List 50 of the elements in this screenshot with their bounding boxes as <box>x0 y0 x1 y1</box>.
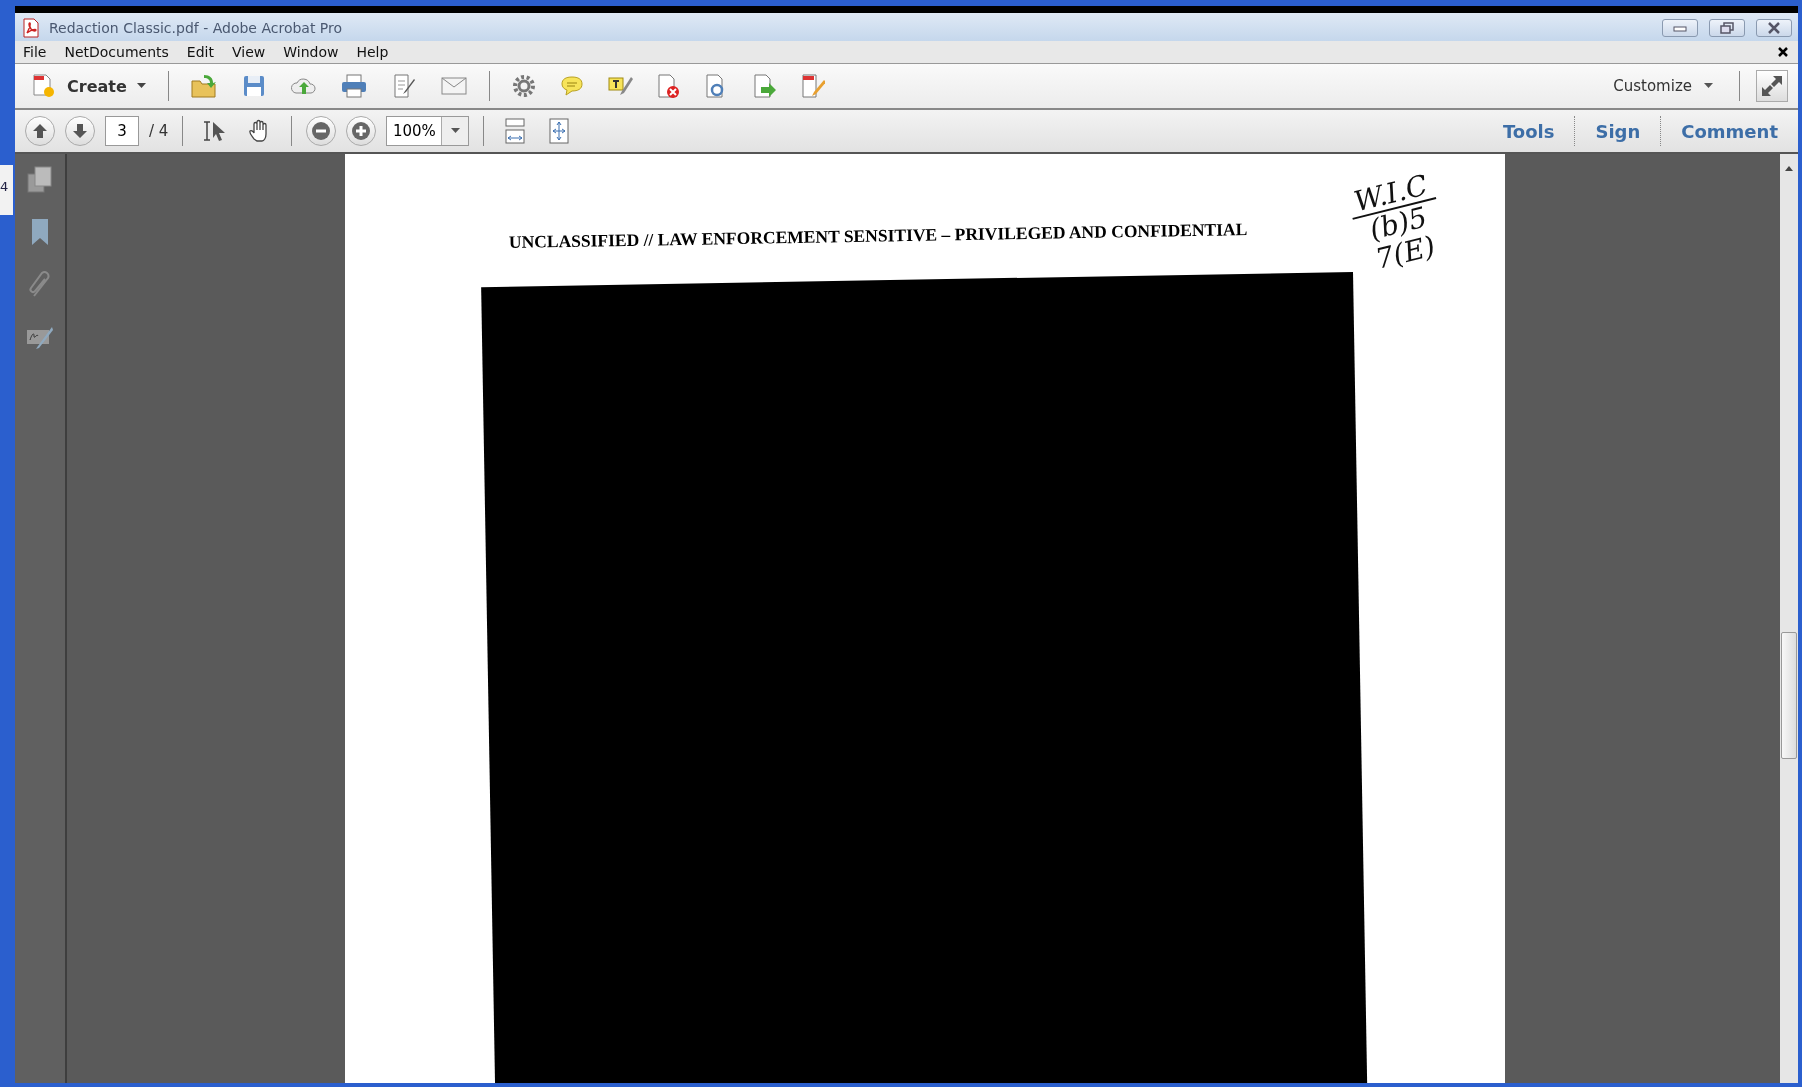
minus-icon <box>312 122 331 140</box>
comment-bubble-icon <box>558 73 585 99</box>
open-folder-icon <box>189 73 218 99</box>
plus-icon <box>352 122 371 140</box>
fit-page-icon <box>547 118 572 144</box>
task-pane-tab[interactable]: Tools <box>1492 120 1565 142</box>
background-window-text: 4 <box>0 179 10 194</box>
close-icon <box>1767 22 1781 34</box>
menu-item[interactable]: Window <box>283 44 339 60</box>
caret-icon <box>136 83 146 89</box>
full-screen-button[interactable] <box>1756 70 1788 102</box>
up-arrow-icon <box>32 123 48 139</box>
menu-item[interactable]: File <box>23 44 47 60</box>
minimize-button[interactable] <box>1662 19 1698 37</box>
zoom-dropdown[interactable]: 100% <box>386 116 470 146</box>
caret-icon <box>450 128 460 134</box>
scrollbar[interactable] <box>1780 154 1798 1083</box>
menu-item[interactable]: Edit <box>186 44 214 60</box>
customize-button[interactable]: Customize <box>1613 77 1713 95</box>
minimize-icon <box>1673 24 1687 32</box>
create-document-icon <box>31 73 57 99</box>
next-page-button[interactable] <box>65 116 95 146</box>
print-icon <box>339 73 368 99</box>
menu-item[interactable]: Help <box>356 44 389 60</box>
settings-icon <box>510 73 537 99</box>
scroll-up-icon[interactable] <box>1784 164 1794 172</box>
zoom-in-button[interactable] <box>346 116 377 146</box>
restore-icon <box>1720 22 1734 34</box>
page-count: / 4 <box>149 122 169 140</box>
window-title: Redaction Classic.pdf - Adobe Acrobat Pro <box>49 20 343 36</box>
fit-width-icon <box>503 118 528 144</box>
document-header: UNCLASSIFIED // LAW ENFORCEMENT SENSITIVE – PRIVILEGED AND CONFIDENTIAL <box>508 219 1248 253</box>
scrollbar-thumb[interactable] <box>1781 632 1797 759</box>
menu-item[interactable]: View <box>231 44 266 60</box>
pdf-file-icon <box>21 18 41 38</box>
close-document-icon[interactable] <box>1778 47 1788 57</box>
task-pane-tab[interactable]: Comment <box>1671 120 1788 142</box>
close-button[interactable] <box>1756 19 1792 37</box>
bookmark-icon[interactable] <box>30 218 50 246</box>
restore-button[interactable] <box>1709 19 1745 37</box>
caret-icon <box>1704 83 1713 89</box>
expand-arrows-icon <box>1759 73 1785 99</box>
zoom-out-button[interactable] <box>306 116 337 146</box>
down-arrow-icon <box>72 123 88 139</box>
previous-page-button[interactable] <box>25 116 55 146</box>
page-number-field[interactable]: 3 <box>105 116 139 146</box>
pages-icon[interactable] <box>27 166 53 194</box>
create-button[interactable]: Create <box>25 73 152 99</box>
task-pane-tab[interactable]: Sign <box>1585 120 1651 142</box>
menu-item[interactable]: NetDocuments <box>64 44 169 60</box>
